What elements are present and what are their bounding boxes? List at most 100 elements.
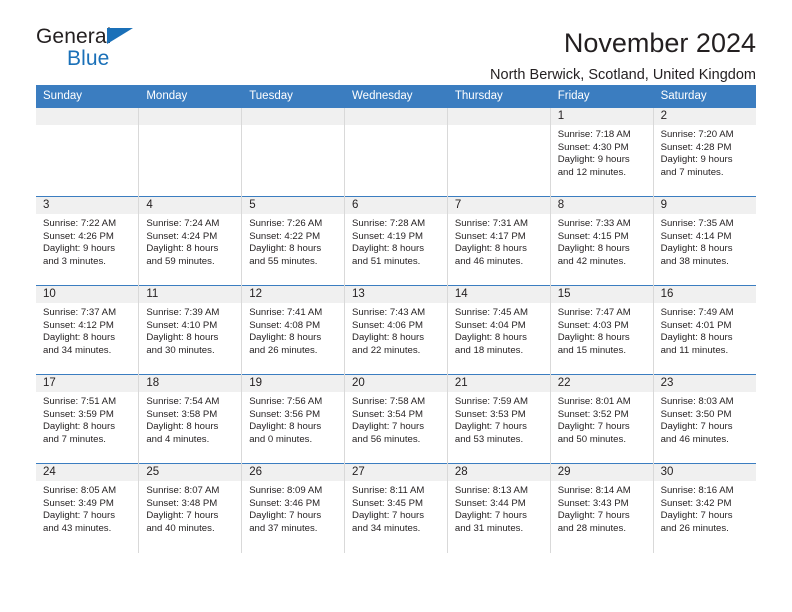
day-number: 9 <box>653 197 756 214</box>
calendar-day-cell[interactable]: 14 Sunrise: 7:45 AM Sunset: 4:04 PM Dayligh… <box>447 285 551 375</box>
day-detail-line: Daylight: 9 hours <box>43 243 115 255</box>
day-detail-line: Sunrise: 8:13 AM <box>454 485 528 496</box>
calendar-day-cell[interactable]: 8 Sunrise: 7:33 AM Sunset: 4:15 PM Daylight… <box>550 196 654 286</box>
day-detail-line: and 12 minutes. <box>557 166 626 178</box>
calendar-day-cell[interactable]: 28 Sunrise: 8:13 AM Sunset: 3:44 PM Dayligh… <box>447 463 551 553</box>
generalblue-logo[interactable]: General Blue <box>36 26 156 74</box>
calendar-day-cell[interactable]: 7 Sunrise: 7:31 AM Sunset: 4:17 PM Daylight… <box>447 196 551 286</box>
calendar-day-cell[interactable]: 9 Sunrise: 7:35 AM Sunset: 4:14 PM Daylight… <box>653 196 756 286</box>
day-detail-line: Sunset: 4:15 PM <box>557 230 629 242</box>
calendar-day-cell[interactable]: 21 Sunrise: 7:59 AM Sunset: 3:53 PM Dayligh… <box>447 374 551 464</box>
day-number <box>447 108 550 125</box>
day-details <box>345 125 447 129</box>
day-detail-line: Sunrise: 8:11 AM <box>352 485 425 496</box>
title-block: November 2024 North Berwick, Scotland, U… <box>490 26 756 83</box>
page-subtitle: North Berwick, Scotland, United Kingdom <box>490 67 756 84</box>
day-details <box>448 125 550 129</box>
day-details: Sunrise: 7:43 AM Sunset: 4:06 PM Daylight:… <box>345 303 447 357</box>
day-detail-line: Daylight: 8 hours <box>249 421 322 433</box>
calendar-day-cell[interactable]: 27 Sunrise: 8:11 AM Sunset: 3:45 PM Dayligh… <box>344 463 448 553</box>
calendar-day-cell[interactable]: 2 Sunrise: 7:20 AM Sunset: 4:28 PM Daylight… <box>653 107 756 197</box>
day-number: 4 <box>139 197 242 214</box>
day-detail-line: Sunrise: 7:41 AM <box>249 307 323 318</box>
day-details: Sunrise: 7:54 AM Sunset: 3:58 PM Daylight:… <box>139 392 241 446</box>
day-details: Sunrise: 7:51 AM Sunset: 3:59 PM Daylight:… <box>36 392 138 446</box>
calendar-day-cell[interactable]: 1 Sunrise: 7:18 AM Sunset: 4:30 PM Daylight… <box>550 107 654 197</box>
day-detail-line: Daylight: 7 hours <box>660 510 733 522</box>
day-detail-line: Sunrise: 7:20 AM <box>660 129 734 140</box>
calendar-day-cell[interactable]: 10 Sunrise: 7:37 AM Sunset: 4:12 PM Dayligh… <box>36 285 140 375</box>
day-detail-line: and 46 minutes. <box>660 433 729 445</box>
calendar-day-cell[interactable]: 26 Sunrise: 8:09 AM Sunset: 3:46 PM Dayligh… <box>241 463 346 553</box>
day-number: 3 <box>36 197 139 214</box>
day-details: Sunrise: 7:45 AM Sunset: 4:04 PM Daylight:… <box>448 303 550 357</box>
calendar-day-cell[interactable]: 23 Sunrise: 8:03 AM Sunset: 3:50 PM Dayligh… <box>653 374 756 464</box>
day-detail-line: Sunrise: 7:22 AM <box>43 218 117 229</box>
calendar-table: Sunday Monday Tuesday Wednesday Thursday Frid… <box>36 85 756 553</box>
calendar-day-cell[interactable]: 16 Sunrise: 7:49 AM Sunset: 4:01 PM Dayligh… <box>653 285 756 375</box>
day-detail-line: and 22 minutes. <box>352 344 421 356</box>
day-detail-line: Sunset: 3:44 PM <box>454 497 526 509</box>
day-detail-line: Sunrise: 7:31 AM <box>454 218 528 229</box>
calendar-day-cell[interactable]: 22 Sunrise: 8:01 AM Sunset: 3:52 PM Dayligh… <box>550 374 654 464</box>
calendar-day-cell[interactable]: 4 Sunrise: 7:24 AM Sunset: 4:24 PM Daylight… <box>138 196 243 286</box>
day-detail-line: Sunset: 4:24 PM <box>146 230 218 242</box>
day-detail-line: Sunset: 4:03 PM <box>557 319 629 331</box>
day-detail-line: Sunrise: 8:05 AM <box>43 485 117 496</box>
day-details: Sunrise: 8:14 AM Sunset: 3:43 PM Daylight:… <box>551 481 653 535</box>
day-details: Sunrise: 7:33 AM Sunset: 4:15 PM Daylight:… <box>551 214 653 268</box>
calendar-day-cell[interactable]: 12 Sunrise: 7:41 AM Sunset: 4:08 PM Dayligh… <box>241 285 346 375</box>
day-detail-line: Sunrise: 7:58 AM <box>352 396 426 407</box>
day-detail-line: Sunset: 3:54 PM <box>352 408 423 420</box>
calendar-day-cell[interactable]: 17 Sunrise: 7:51 AM Sunset: 3:59 PM Dayligh… <box>36 374 140 464</box>
weekday-header-wednesday: Wednesday <box>344 85 448 108</box>
day-detail-line: Sunrise: 7:45 AM <box>454 307 528 318</box>
calendar-day-cell[interactable]: 24 Sunrise: 8:05 AM Sunset: 3:49 PM Dayligh… <box>36 463 140 553</box>
day-detail-line: and 59 minutes. <box>146 255 215 267</box>
day-number: 7 <box>447 197 550 214</box>
day-detail-line: Sunset: 3:42 PM <box>660 497 732 509</box>
day-detail-line: Sunset: 4:08 PM <box>249 319 321 331</box>
day-detail-line: and 3 minutes. <box>43 255 106 267</box>
day-number <box>139 108 242 125</box>
day-detail-line: Daylight: 7 hours <box>146 510 219 522</box>
day-detail-line: and 26 minutes. <box>660 522 729 534</box>
calendar-day-cell[interactable]: 5 Sunrise: 7:26 AM Sunset: 4:22 PM Daylight… <box>241 196 346 286</box>
calendar-day-cell[interactable]: 18 Sunrise: 7:54 AM Sunset: 3:58 PM Dayligh… <box>138 374 243 464</box>
day-detail-line: and 38 minutes. <box>660 255 729 267</box>
weekday-header-sunday: Sunday <box>36 85 140 108</box>
day-detail-line: Sunrise: 7:59 AM <box>454 396 528 407</box>
day-details: Sunrise: 7:26 AM Sunset: 4:22 PM Daylight:… <box>242 214 344 268</box>
day-details: Sunrise: 7:49 AM Sunset: 4:01 PM Daylight:… <box>654 303 756 357</box>
day-detail-line: and 51 minutes. <box>352 255 421 267</box>
calendar-day-cell[interactable]: 29 Sunrise: 8:14 AM Sunset: 3:43 PM Dayligh… <box>550 463 654 553</box>
day-number <box>345 108 447 125</box>
calendar-day-cell[interactable]: 13 Sunrise: 7:43 AM Sunset: 4:06 PM Dayligh… <box>344 285 448 375</box>
calendar-day-cell[interactable]: 20 Sunrise: 7:58 AM Sunset: 3:54 PM Dayligh… <box>344 374 448 464</box>
calendar-day-cell[interactable]: 6 Sunrise: 7:28 AM Sunset: 4:19 PM Daylight… <box>344 196 448 286</box>
weekday-header-monday: Monday <box>138 85 243 108</box>
calendar-day-cell[interactable]: 15 Sunrise: 7:47 AM Sunset: 4:03 PM Dayligh… <box>550 285 654 375</box>
calendar-week-row: 17 Sunrise: 7:51 AM Sunset: 3:59 PM Dayligh… <box>36 374 756 464</box>
calendar-day-cell[interactable]: 30 Sunrise: 8:16 AM Sunset: 3:42 PM Dayligh… <box>653 463 756 553</box>
day-detail-line: Sunrise: 8:01 AM <box>557 396 631 407</box>
calendar-day-cell[interactable]: 11 Sunrise: 7:39 AM Sunset: 4:10 PM Dayligh… <box>138 285 243 375</box>
day-detail-line: Daylight: 7 hours <box>352 421 425 433</box>
day-number: 11 <box>139 286 242 303</box>
calendar-day-cell[interactable]: 25 Sunrise: 8:07 AM Sunset: 3:48 PM Dayligh… <box>138 463 243 553</box>
day-details: Sunrise: 8:11 AM Sunset: 3:45 PM Daylight:… <box>345 481 447 535</box>
day-details: Sunrise: 7:41 AM Sunset: 4:08 PM Daylight:… <box>242 303 344 357</box>
weekday-header-thursday: Thursday <box>447 85 551 108</box>
day-details: Sunrise: 7:20 AM Sunset: 4:28 PM Daylight:… <box>654 125 756 179</box>
day-number: 21 <box>447 375 550 392</box>
calendar-day-cell[interactable]: 19 Sunrise: 7:56 AM Sunset: 3:56 PM Dayligh… <box>241 374 346 464</box>
day-details <box>36 125 138 129</box>
day-details: Sunrise: 7:24 AM Sunset: 4:24 PM Daylight:… <box>139 214 241 268</box>
day-details: Sunrise: 7:56 AM Sunset: 3:56 PM Daylight:… <box>242 392 344 446</box>
day-number: 17 <box>36 375 139 392</box>
day-detail-line: Sunset: 3:58 PM <box>146 408 218 420</box>
calendar-day-cell[interactable]: 3 Sunrise: 7:22 AM Sunset: 4:26 PM Daylight… <box>36 196 140 286</box>
day-details: Sunrise: 7:18 AM Sunset: 4:30 PM Daylight:… <box>551 125 653 179</box>
day-detail-line: Sunset: 4:30 PM <box>557 141 629 153</box>
day-detail-line: Sunset: 4:28 PM <box>660 141 732 153</box>
